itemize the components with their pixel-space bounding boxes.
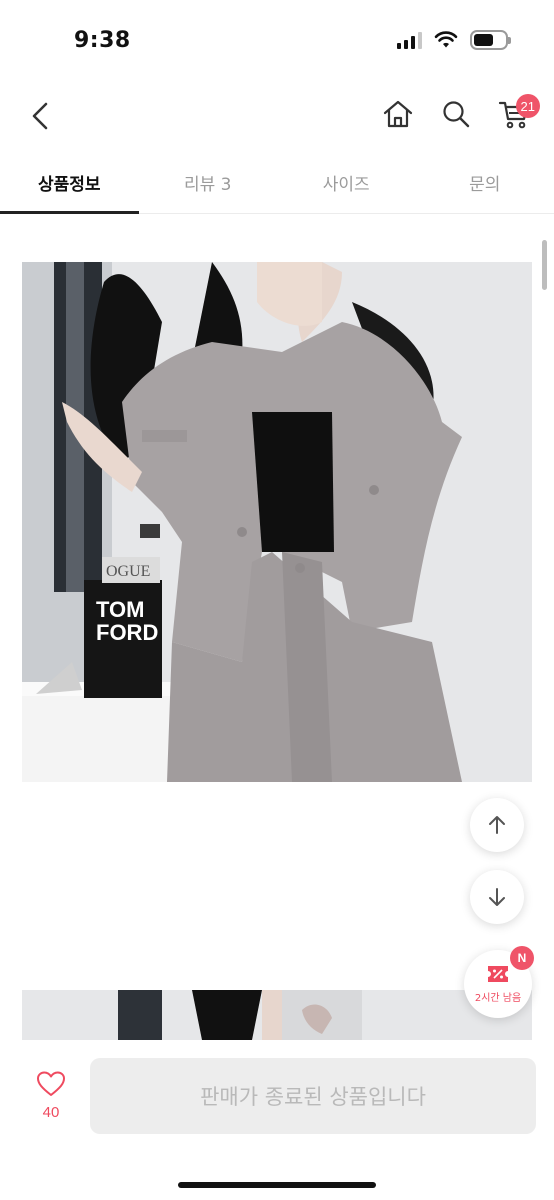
- status-time: 9:38: [74, 28, 131, 53]
- search-button[interactable]: [434, 92, 478, 136]
- header-actions: 21: [376, 92, 540, 136]
- coupon-button[interactable]: N 2시간 남음: [464, 946, 534, 1018]
- product-photo-2: [22, 990, 532, 1040]
- book-title-line1: TOM: [96, 597, 144, 622]
- tab-inquiry[interactable]: 문의: [416, 152, 554, 213]
- battery-fill: [474, 34, 493, 46]
- home-icon: [383, 100, 413, 128]
- coupon-time-left: 2시간 남음: [474, 993, 522, 1004]
- scroll-up-button[interactable]: [470, 798, 524, 852]
- product-image: TOM FORD OGUE: [22, 262, 532, 782]
- sold-out-button[interactable]: 판매가 종료된 상품입니다: [90, 1058, 536, 1134]
- status-icons: [397, 30, 511, 50]
- tab-size[interactable]: 사이즈: [277, 152, 416, 213]
- arrow-up-icon: [489, 816, 505, 834]
- product-image-2: [22, 990, 532, 1040]
- coupon-icon: [488, 966, 508, 982]
- chevron-left-icon: [32, 102, 48, 130]
- coupon-new-badge: N: [510, 946, 534, 970]
- battery-icon: [470, 30, 511, 50]
- product-tabs: 상품정보 리뷰 3 사이즈 문의: [0, 152, 554, 214]
- search-icon: [443, 101, 470, 128]
- home-button[interactable]: [376, 92, 420, 136]
- top-nav: 21: [0, 84, 554, 148]
- product-photo: TOM FORD OGUE: [22, 262, 532, 782]
- heart-icon: [37, 1071, 65, 1096]
- tab-product-info[interactable]: 상품정보: [0, 152, 139, 214]
- scroll-down-button[interactable]: [470, 870, 524, 924]
- back-button[interactable]: [22, 94, 62, 138]
- like-count: 40: [42, 1104, 60, 1121]
- tab-reviews[interactable]: 리뷰 3: [139, 152, 278, 213]
- cart-count-badge: 21: [515, 94, 540, 118]
- cart-button[interactable]: 21: [492, 92, 540, 136]
- scrollbar[interactable]: [542, 240, 547, 290]
- status-bar: 9:38: [0, 0, 554, 84]
- home-indicator: [178, 1182, 376, 1188]
- like-button[interactable]: 40: [24, 1070, 78, 1140]
- wifi-icon: [434, 31, 458, 48]
- book-title-line2: FORD: [96, 620, 158, 645]
- cellular-signal-icon: [397, 31, 422, 49]
- bottom-action-bar: 40 판매가 종료된 상품입니다: [0, 1040, 554, 1200]
- magazine-title: OGUE: [106, 563, 150, 580]
- arrow-down-icon: [489, 888, 505, 906]
